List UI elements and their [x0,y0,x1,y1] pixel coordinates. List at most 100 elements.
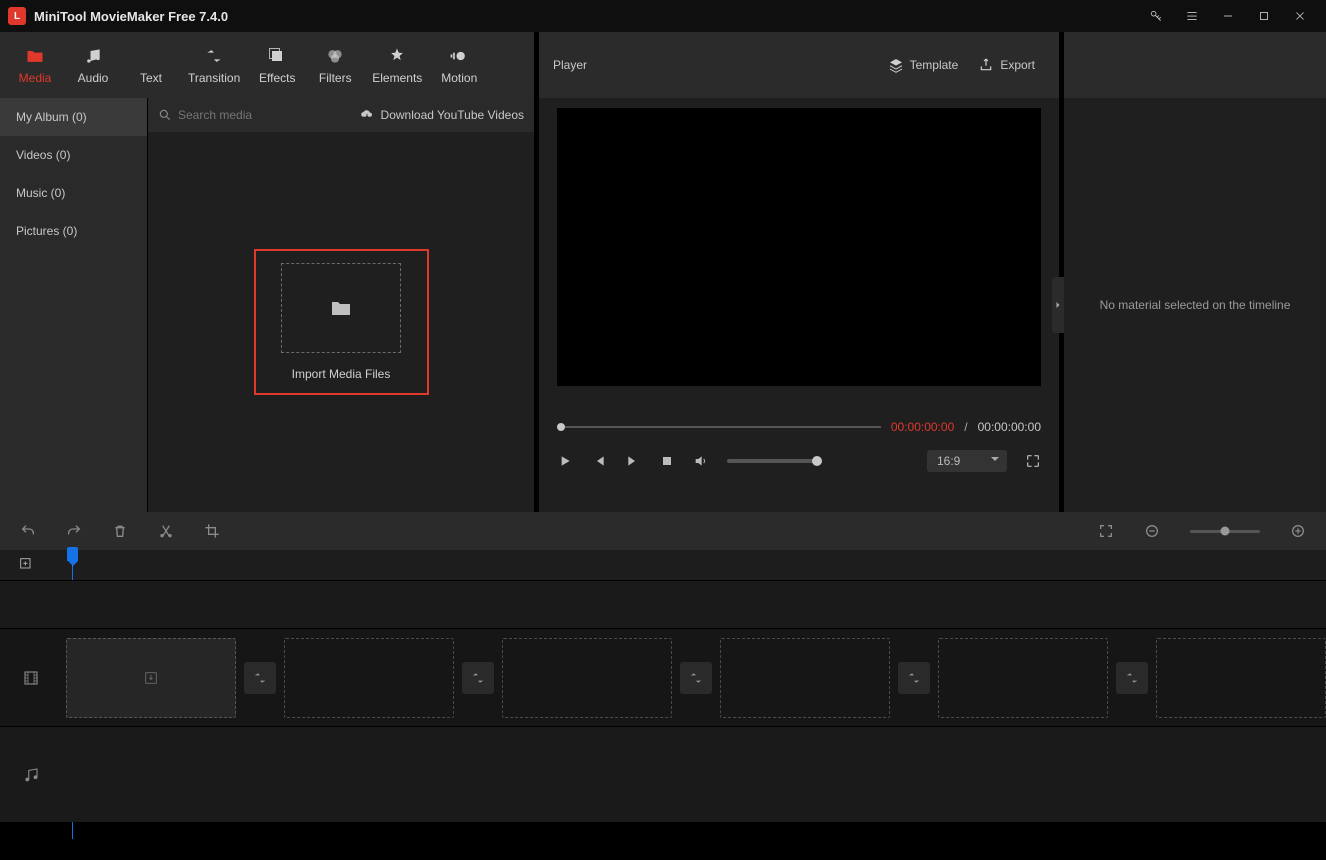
media-panel: Media Audio Text Transition Effects Filt… [0,32,534,512]
transition-slot[interactable] [244,662,276,694]
text-track[interactable] [0,580,1326,628]
tab-label: Transition [188,71,240,85]
text-icon [140,45,162,67]
menu-icon[interactable] [1174,0,1210,32]
fullscreen-icon[interactable] [1025,453,1041,469]
import-clip-icon [142,669,160,687]
tab-filters[interactable]: Filters [306,39,364,91]
audio-track[interactable] [0,726,1326,822]
collapse-toggle[interactable] [1052,277,1064,333]
timeline-toolbar [0,512,1326,550]
clip-slot[interactable] [66,638,236,718]
template-button[interactable]: Template [878,53,969,77]
total-time: 00:00:00:00 [978,420,1041,434]
clip-slot[interactable] [502,638,672,718]
title-bar: L MiniTool MovieMaker Free 7.4.0 [0,0,1326,32]
next-frame-icon[interactable] [625,453,641,469]
properties-panel: No material selected on the timeline [1064,32,1326,512]
app-icon: L [8,7,26,25]
import-media-box[interactable]: Import Media Files [254,249,429,395]
import-media-label: Import Media Files [274,367,409,381]
download-youtube-link[interactable]: Download YouTube Videos [359,108,524,122]
key-icon[interactable] [1138,0,1174,32]
transition-slot[interactable] [462,662,494,694]
tab-label: Filters [319,71,352,85]
transition-slot[interactable] [1116,662,1148,694]
music-icon [22,766,40,784]
close-button[interactable] [1282,0,1318,32]
clip-slot[interactable] [720,638,890,718]
minimize-button[interactable] [1210,0,1246,32]
maximize-button[interactable] [1246,0,1282,32]
transition-slot[interactable] [680,662,712,694]
tab-effects[interactable]: Effects [248,39,306,91]
volume-slider[interactable] [727,459,817,463]
timeline [0,512,1326,822]
search-input[interactable] [178,108,308,122]
zoom-slider[interactable] [1190,530,1260,533]
tab-label: Media [19,71,52,85]
player-panel: Player Template Export 00:00:00:00 / 00:… [539,32,1059,512]
tab-elements[interactable]: Elements [364,39,430,91]
template-label: Template [910,58,959,72]
tab-label: Audio [78,71,109,85]
search-icon [158,108,172,122]
volume-icon[interactable] [693,453,709,469]
transition-slot[interactable] [898,662,930,694]
app-title: MiniTool MovieMaker Free 7.4.0 [34,9,228,24]
sidebar-item-videos[interactable]: Videos (0) [0,136,147,174]
delete-icon[interactable] [112,523,128,539]
media-sidebar: My Album (0) Videos (0) Music (0) Pictur… [0,98,148,512]
transition-icon [203,45,225,67]
time-separator: / [964,420,967,434]
aspect-select[interactable]: 16:9 [927,450,1007,472]
template-icon [888,57,904,73]
tab-label: Effects [259,71,295,85]
fit-icon[interactable] [1098,523,1114,539]
player-title: Player [553,58,587,72]
video-track[interactable] [0,628,1326,726]
folder-icon [327,296,355,320]
tab-transition[interactable]: Transition [180,39,248,91]
tab-toolbar: Media Audio Text Transition Effects Filt… [0,32,534,98]
export-button[interactable]: Export [968,53,1045,77]
filters-icon [324,45,346,67]
export-icon [978,57,994,73]
zoom-in-icon[interactable] [1290,523,1306,539]
clip-slot[interactable] [1156,638,1326,718]
export-label: Export [1000,58,1035,72]
redo-icon[interactable] [66,523,82,539]
cloud-download-icon [359,108,375,122]
tab-label: Text [140,71,162,85]
elements-icon [386,45,408,67]
tab-label: Elements [372,71,422,85]
sidebar-item-my-album[interactable]: My Album (0) [0,98,147,136]
tab-text[interactable]: Text [122,39,180,91]
effects-icon [266,45,288,67]
download-link-label: Download YouTube Videos [381,108,524,122]
motion-icon [448,45,470,67]
split-icon[interactable] [158,523,174,539]
progress-slider[interactable] [557,426,881,428]
add-track-icon[interactable] [18,556,34,575]
tab-audio[interactable]: Audio [64,39,122,91]
playhead[interactable] [67,547,78,561]
prev-frame-icon[interactable] [591,453,607,469]
tab-label: Motion [441,71,477,85]
play-icon[interactable] [557,453,573,469]
sidebar-item-music[interactable]: Music (0) [0,174,147,212]
film-icon [22,669,40,687]
clip-slot[interactable] [938,638,1108,718]
crop-icon[interactable] [204,523,220,539]
tab-media[interactable]: Media [6,39,64,91]
zoom-out-icon[interactable] [1144,523,1160,539]
tab-motion[interactable]: Motion [430,39,488,91]
current-time: 00:00:00:00 [891,420,954,434]
folder-icon [24,45,46,67]
clip-slot[interactable] [284,638,454,718]
undo-icon[interactable] [20,523,36,539]
timeline-ruler[interactable] [0,550,1326,580]
stop-icon[interactable] [659,453,675,469]
video-preview[interactable] [557,108,1041,386]
sidebar-item-pictures[interactable]: Pictures (0) [0,212,147,250]
